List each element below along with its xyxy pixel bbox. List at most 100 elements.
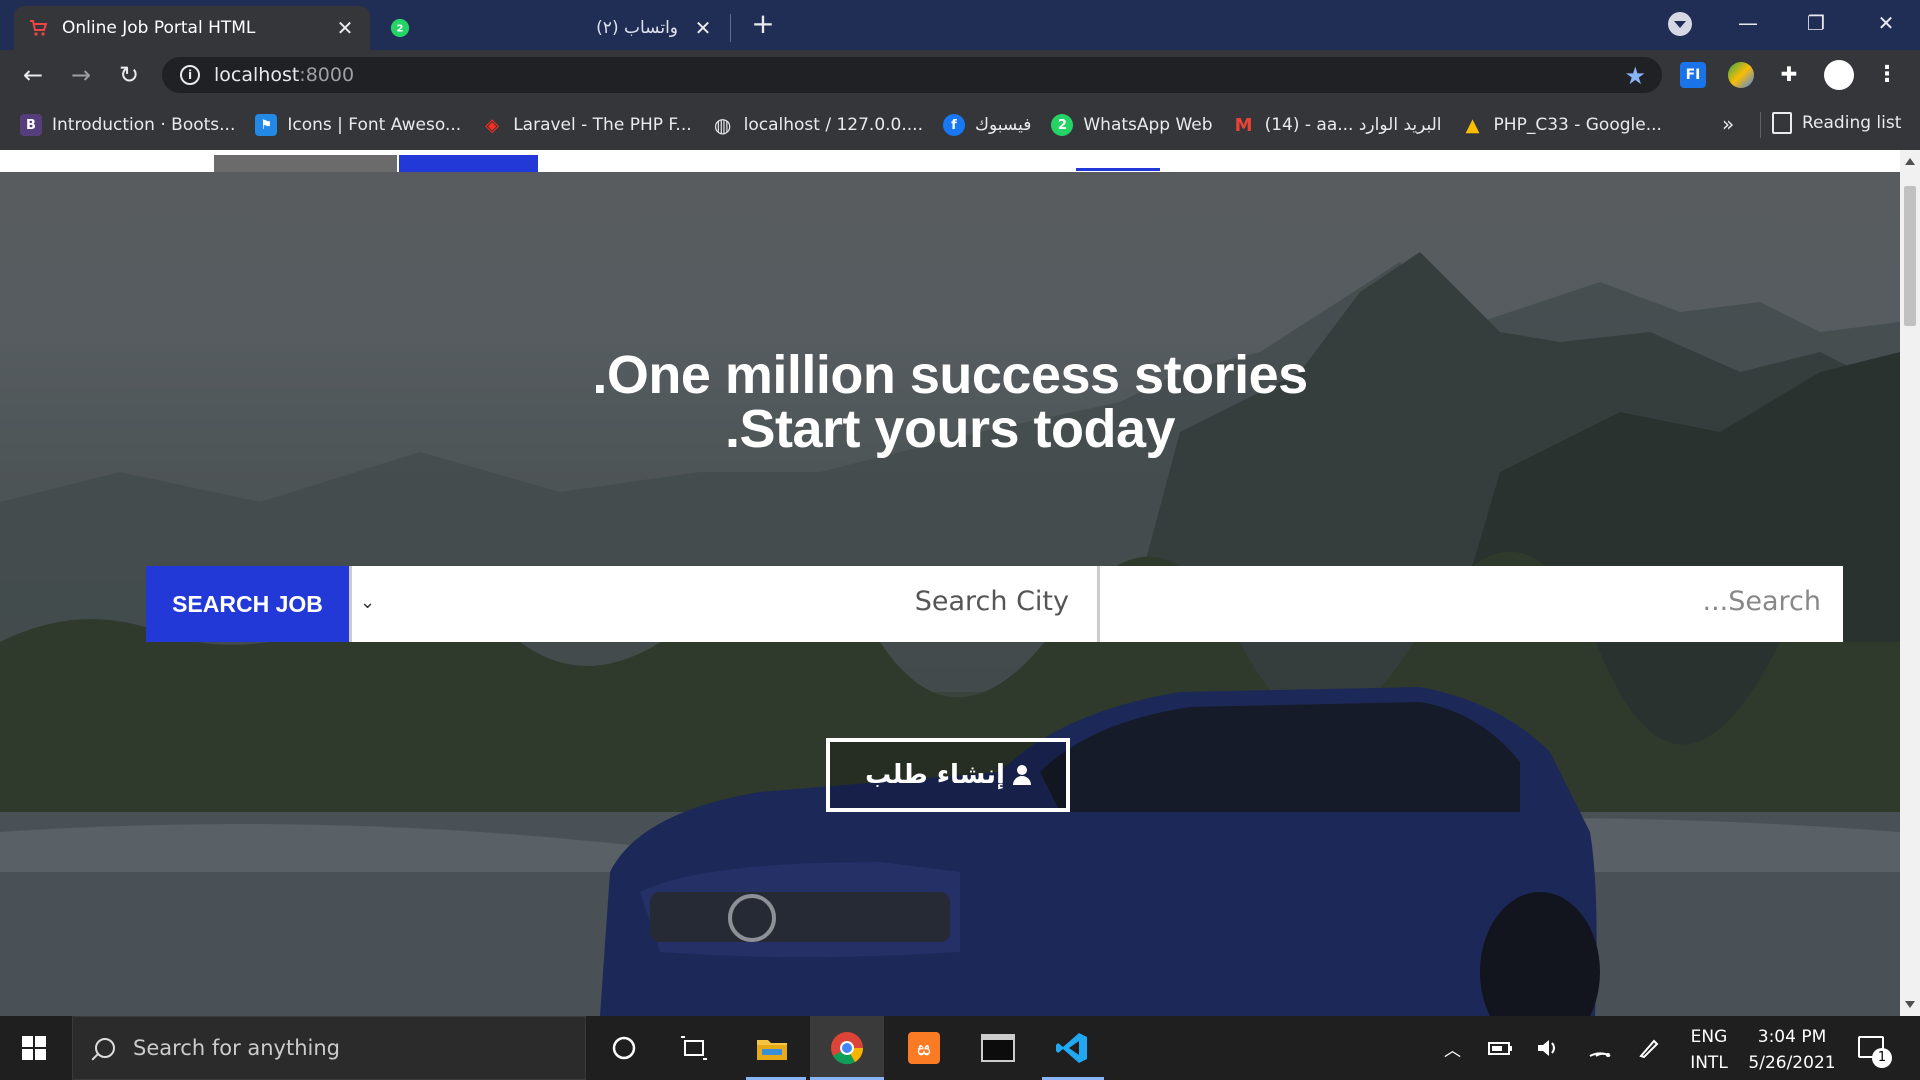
bookmark-label: localhost / 127.0.0.... (743, 115, 923, 135)
bookmark-laravel[interactable]: ◈ Laravel - The PHP F... (481, 114, 691, 136)
url-port: :8000 (299, 64, 355, 86)
bookmarks-bar: B Introduction · Boots... ⚑ Icons | Font A… (0, 100, 1920, 150)
tab-search-icon[interactable] (1668, 12, 1692, 36)
bookmark-gmail[interactable]: M (14) - aa... البريد الوارد (1233, 114, 1442, 136)
chevron-down-icon: ⌄ (360, 592, 376, 613)
tab-title: Online Job Portal HTML (62, 18, 256, 38)
city-select[interactable]: ⌄ Search City (349, 566, 1097, 642)
battery-icon[interactable] (1488, 1016, 1514, 1080)
minimize-icon[interactable]: — (1728, 8, 1768, 38)
volume-icon[interactable] (1536, 1016, 1560, 1080)
bookmark-google-drive[interactable]: ▲ PHP_C33 - Google... (1462, 114, 1662, 136)
page-scrollbar[interactable] (1900, 150, 1920, 1016)
tab-online-job-portal[interactable]: Online Job Portal HTML ✕ (14, 6, 370, 50)
lang-line2: INTL (1690, 1053, 1728, 1073)
more-bookmarks-button[interactable]: » (1722, 112, 1734, 136)
bookmark-label: Icons | Font Aweso... (287, 115, 462, 135)
cortana-icon[interactable] (602, 1026, 646, 1070)
chrome-icon[interactable] (825, 1026, 869, 1070)
svg-text:2: 2 (397, 24, 404, 35)
gmail-icon: M (1234, 114, 1253, 136)
browser-toolbar: ← → ↻ i localhost:8000 ★ FI ✚ ⋮ (0, 50, 1920, 100)
extensions-puzzle-icon[interactable]: ✚ (1776, 62, 1802, 88)
reload-icon[interactable]: ↻ (114, 60, 144, 90)
menu-kebab-icon[interactable]: ⋮ (1874, 62, 1900, 88)
bookmark-label: PHP_C33 - Google... (1493, 115, 1662, 135)
google-drive-icon: ▲ (1465, 114, 1480, 136)
extension-fi-icon[interactable]: FI (1680, 62, 1706, 88)
close-window-icon[interactable]: ✕ (1866, 8, 1906, 38)
task-view-icon[interactable] (672, 1026, 716, 1070)
bookmark-whatsapp[interactable]: 2 WhatsApp Web (1051, 114, 1213, 136)
close-tab-icon[interactable]: ✕ (334, 16, 356, 40)
close-tab-icon[interactable]: ✕ (692, 16, 714, 40)
address-bar[interactable]: i localhost:8000 ★ (162, 57, 1662, 93)
notification-center-icon[interactable]: 1 (1858, 1036, 1892, 1068)
pen-icon[interactable] (1638, 1016, 1660, 1080)
cart-favicon-icon (28, 18, 48, 38)
bootstrap-icon: B (20, 114, 42, 136)
page-viewport: .One million success stories .Start your… (0, 150, 1900, 1016)
system-clock[interactable]: 3:04 PM 5/26/2021 (1742, 1024, 1842, 1076)
reading-list-label: Reading list (1802, 113, 1902, 133)
profile-avatar[interactable] (1824, 60, 1854, 90)
vscode-icon[interactable] (1050, 1026, 1094, 1070)
bookmark-facebook[interactable]: f فيسبوك (943, 114, 1031, 136)
notification-count-badge: 1 (1872, 1048, 1892, 1068)
extension-color-icon[interactable] (1728, 62, 1754, 88)
taskbar-search-box[interactable]: Search for anything (72, 1016, 586, 1080)
tab-whatsapp[interactable]: 2 (٢) واتساب ✕ (376, 6, 728, 50)
user-icon (1012, 765, 1031, 785)
scroll-down-icon[interactable] (1905, 1001, 1915, 1008)
tab-separator (730, 14, 731, 42)
browser-tab-strip: Online Job Portal HTML ✕ 2 (٢) واتساب ✕ … (0, 0, 1920, 50)
clock-date: 5/26/2021 (1748, 1053, 1836, 1073)
svg-text:ස: ස (918, 1039, 931, 1060)
facebook-icon: f (943, 114, 965, 136)
reading-list-icon (1772, 112, 1792, 134)
bookmark-bootstrap[interactable]: B Introduction · Boots... (20, 114, 235, 136)
search-job-button[interactable]: SEARCH JOB (146, 566, 349, 642)
search-placeholder: ...Search (1702, 586, 1821, 617)
city-select-value: Search City (914, 586, 1069, 617)
job-search-form: SEARCH JOB ⌄ Search City ...Search (146, 566, 1843, 642)
search-input[interactable]: ...Search (1097, 566, 1843, 642)
hero-headline-line1: .One million success stories (592, 345, 1308, 405)
terminal-icon[interactable] (976, 1026, 1020, 1070)
xampp-icon[interactable]: ස (902, 1026, 946, 1070)
whatsapp-favicon-icon: 2 (390, 18, 410, 38)
wifi-icon[interactable] (1588, 1016, 1612, 1080)
bookmark-label: WhatsApp Web (1083, 115, 1213, 135)
bookmark-label: (14) - aa... البريد الوارد (1264, 115, 1442, 135)
bookmark-font-awesome[interactable]: ⚑ Icons | Font Aweso... (255, 114, 461, 136)
site-info-icon[interactable]: i (180, 65, 200, 85)
taskbar-search-text: Search for anything (133, 1036, 340, 1060)
file-explorer-icon[interactable] (750, 1026, 794, 1070)
search-icon (95, 1038, 115, 1058)
bookmark-label: فيسبوك (975, 115, 1032, 135)
input-language[interactable]: ENG INTL (1684, 1024, 1734, 1076)
create-request-button[interactable]: إنشاء طلب (826, 738, 1070, 812)
clock-time: 3:04 PM (1757, 1027, 1827, 1047)
tab-title: (٢) واتساب (596, 18, 678, 38)
show-hidden-icons[interactable]: ︿ (1444, 1016, 1461, 1080)
bookmark-label: Introduction · Boots... (52, 115, 236, 135)
new-tab-icon[interactable]: + (748, 10, 778, 40)
reading-list-button[interactable]: Reading list (1772, 112, 1901, 134)
nav-item-grey[interactable] (214, 155, 397, 172)
forward-icon[interactable]: → (66, 60, 96, 90)
nav-active-indicator (1076, 168, 1160, 171)
bookmark-star-icon[interactable]: ★ (1624, 62, 1646, 90)
bookmark-localhost[interactable]: ◍ localhost / 127.0.0.... (712, 113, 923, 137)
back-icon[interactable]: ← (18, 60, 48, 90)
scroll-up-icon[interactable] (1905, 158, 1915, 165)
nav-item-blue[interactable] (399, 155, 538, 172)
bookmarks-separator (1760, 112, 1761, 138)
scrollbar-thumb[interactable] (1904, 186, 1916, 326)
restore-icon[interactable]: ❐ (1796, 8, 1836, 38)
create-request-label: إنشاء طلب (865, 760, 1005, 790)
windows-start-icon[interactable] (22, 1036, 46, 1060)
font-awesome-flag-icon: ⚑ (255, 114, 278, 136)
globe-icon: ◍ (713, 113, 732, 137)
hero-headline-line2: .Start yours today (724, 399, 1176, 459)
